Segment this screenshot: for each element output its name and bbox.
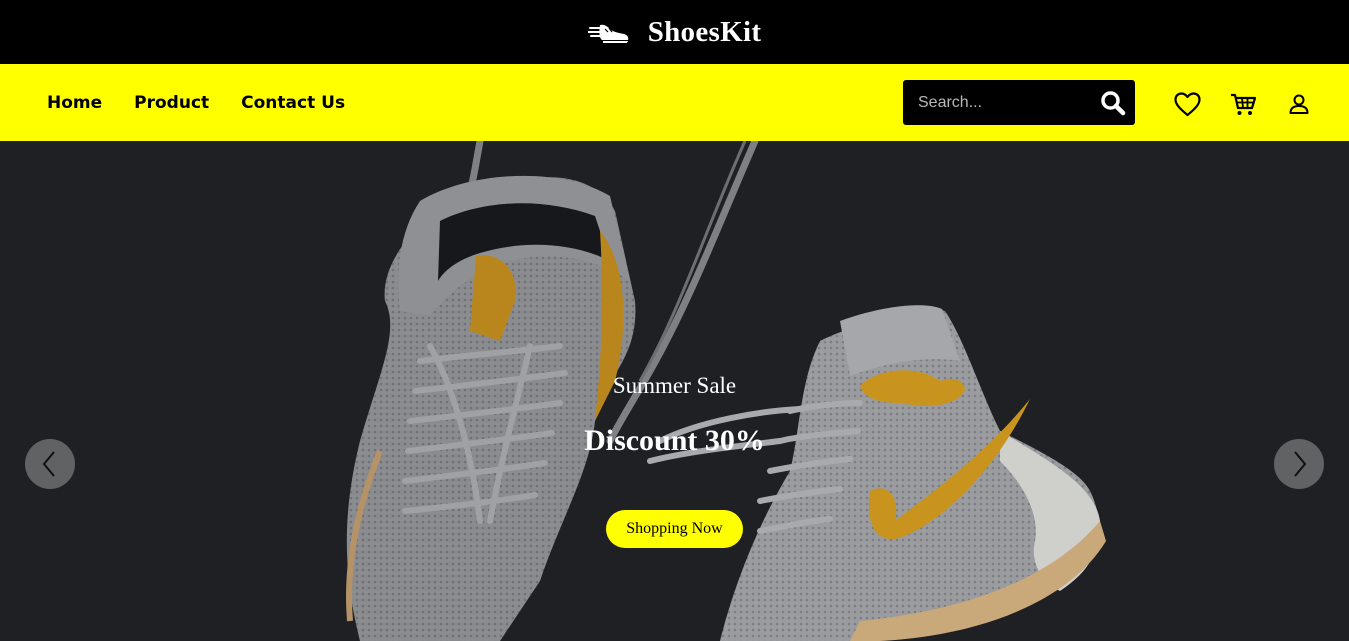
search-bar <box>903 80 1135 125</box>
main-nav: Home Product Contact Us <box>0 64 1349 141</box>
chevron-left-icon <box>42 451 55 477</box>
shopping-now-button[interactable]: Shopping Now <box>606 510 743 548</box>
nav-links: Home Product Contact Us <box>47 93 345 113</box>
hero-sneakers-image <box>0 141 1349 641</box>
sneaker-icon <box>587 24 628 43</box>
brand[interactable]: ShoesKit <box>587 15 762 49</box>
hero-carousel: Summer Sale Discount 30% Shopping Now <box>0 141 1349 641</box>
cart-button[interactable] <box>1229 91 1257 117</box>
search-button[interactable] <box>1093 80 1133 125</box>
brand-name: ShoesKit <box>647 15 762 48</box>
nav-item-home[interactable]: Home <box>47 93 102 113</box>
search-input[interactable] <box>903 80 1093 125</box>
top-brand-bar: ShoesKit <box>0 0 1349 64</box>
nav-item-product[interactable]: Product <box>134 93 209 113</box>
carousel-next-button[interactable] <box>1274 439 1324 489</box>
nav-item-contact-us[interactable]: Contact Us <box>241 93 345 113</box>
carousel-prev-button[interactable] <box>25 439 75 489</box>
search-icon <box>1101 90 1126 115</box>
heart-icon <box>1173 91 1201 116</box>
chevron-right-icon <box>1294 451 1307 477</box>
user-icon <box>1289 94 1309 114</box>
cart-icon <box>1230 93 1256 115</box>
account-button[interactable] <box>1285 91 1313 117</box>
wishlist-button[interactable] <box>1173 91 1201 117</box>
